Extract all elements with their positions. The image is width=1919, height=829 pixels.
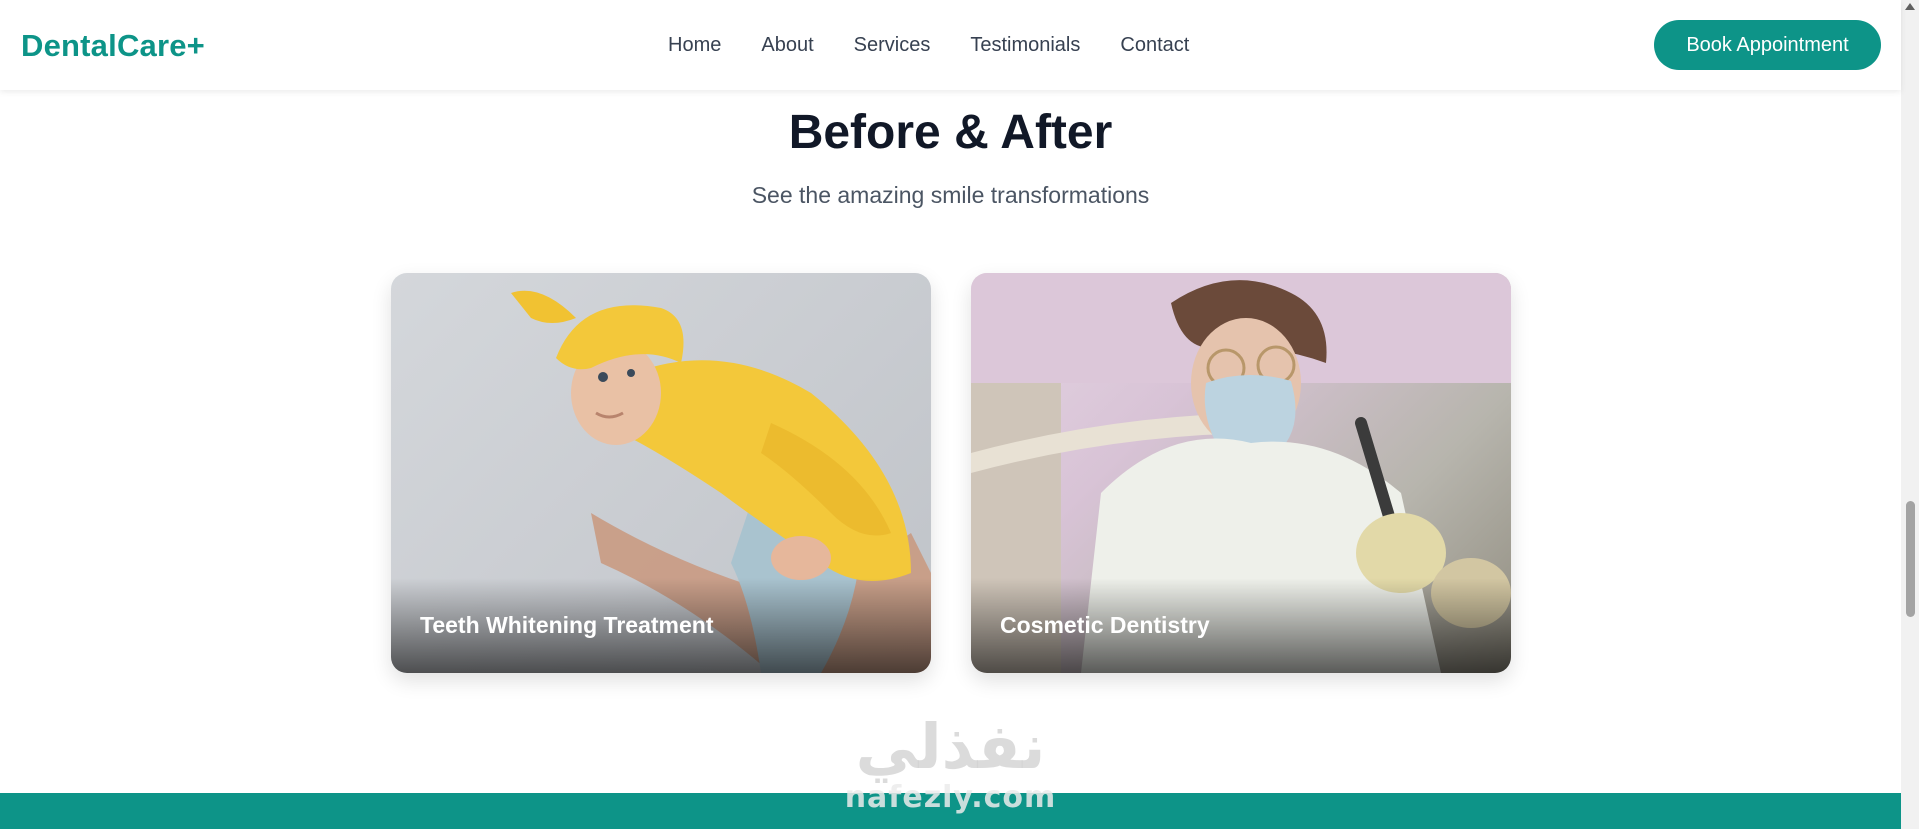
- nav-link-contact[interactable]: Contact: [1120, 34, 1189, 57]
- gallery-cards: Teeth Whitening Treatment Cosmetic Denti…: [391, 273, 1511, 673]
- section-subtitle: See the amazing smile transformations: [751, 182, 1150, 208]
- main-nav: Home About Services Testimonials Contact: [668, 34, 1189, 57]
- watermark-latin-text: nafezly.com: [844, 780, 1057, 815]
- nav-link-testimonials[interactable]: Testimonials: [970, 34, 1080, 57]
- nav-link-home[interactable]: Home: [668, 34, 721, 57]
- watermark-arabic-text: نفذلي: [855, 710, 1046, 783]
- site-watermark: نفذلي nafezly.com: [0, 710, 1901, 816]
- gallery-card-teeth-whitening[interactable]: Teeth Whitening Treatment: [391, 273, 931, 673]
- nav-link-services[interactable]: Services: [854, 34, 931, 57]
- book-appointment-button[interactable]: Book Appointment: [1654, 20, 1881, 70]
- page-scrollbar[interactable]: [1901, 0, 1919, 829]
- scroll-up-arrow-icon[interactable]: [1905, 3, 1915, 10]
- brand-logo[interactable]: DentalCare+: [21, 28, 205, 64]
- scrollbar-thumb[interactable]: [1906, 501, 1915, 617]
- card-title: Teeth Whitening Treatment: [420, 612, 714, 638]
- section-title: Before & After: [788, 106, 1113, 159]
- nav-link-about[interactable]: About: [761, 34, 813, 57]
- gallery-card-cosmetic-dentistry[interactable]: Cosmetic Dentistry: [971, 273, 1511, 673]
- top-navbar: DentalCare+ Home About Services Testimon…: [0, 0, 1901, 90]
- card-title: Cosmetic Dentistry: [1000, 612, 1210, 638]
